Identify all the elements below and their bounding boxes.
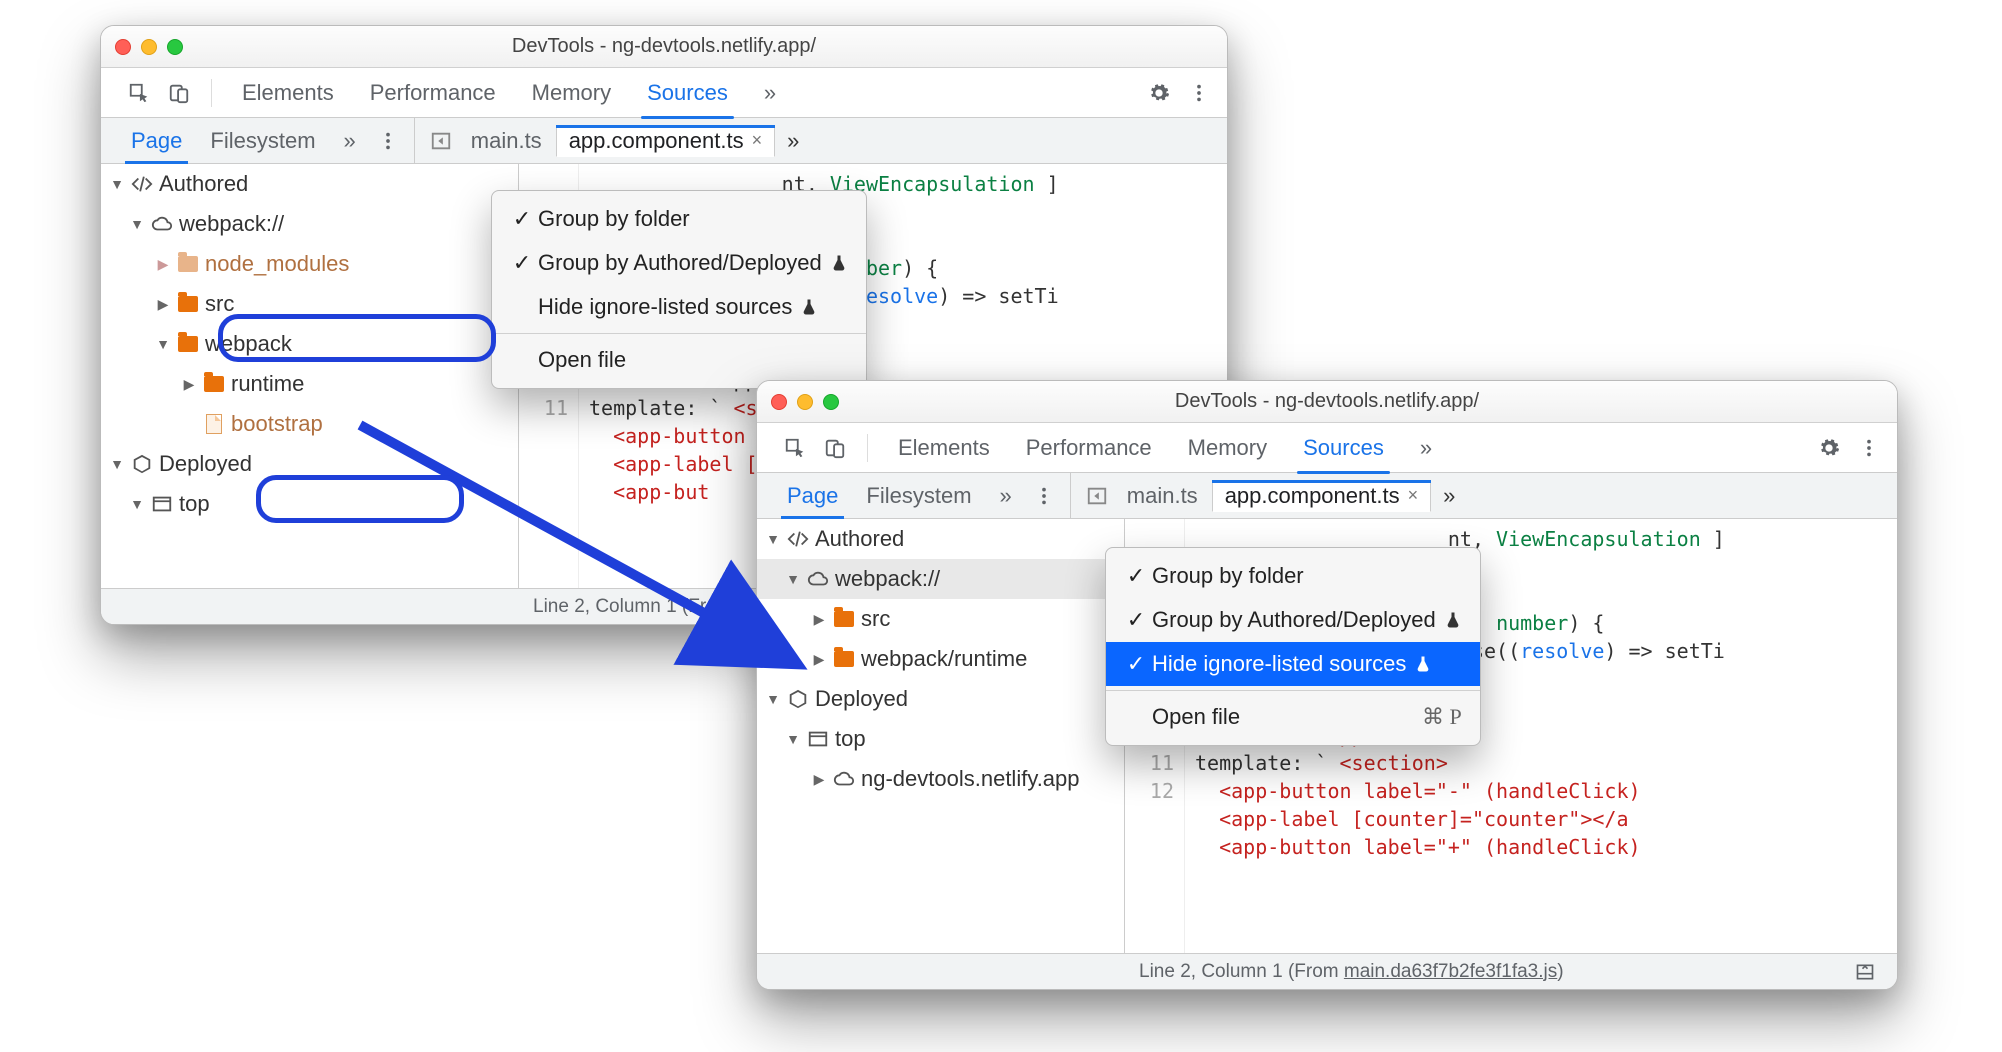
- titlebar[interactable]: DevTools - ng-devtools.netlify.app/: [757, 381, 1897, 423]
- settings-icon[interactable]: [1811, 430, 1847, 466]
- arrow-annotation: [350, 415, 870, 715]
- more-menu-icon[interactable]: [1181, 75, 1217, 111]
- panel-more-icon[interactable]: [370, 123, 406, 159]
- tree-src[interactable]: ▶src: [101, 284, 518, 324]
- close-window-icon[interactable]: [115, 39, 131, 55]
- menu-hide-ignore-listed[interactable]: Hide ignore-listed sources: [492, 285, 866, 329]
- close-tab-icon[interactable]: ×: [752, 130, 763, 151]
- context-menu: ✓Group by folder ✓Group by Authored/Depl…: [1105, 547, 1481, 746]
- tree-webpack[interactable]: ▼webpack://: [101, 204, 518, 244]
- sources-subbar: Page Filesystem » main.ts app.component.…: [101, 118, 1227, 164]
- context-menu: ✓Group by folder ✓Group by Authored/Depl…: [491, 190, 867, 389]
- menu-open-file[interactable]: Open file: [492, 338, 866, 382]
- more-menu-icon[interactable]: [1851, 430, 1887, 466]
- tree-runtime[interactable]: ▶runtime: [101, 364, 518, 404]
- folder-icon: [178, 296, 198, 312]
- panel-tabs-overflow-icon[interactable]: »: [330, 118, 370, 164]
- titlebar[interactable]: DevTools - ng-devtools.netlify.app/: [101, 26, 1227, 68]
- zoom-window-icon[interactable]: [823, 394, 839, 410]
- main-toolbar: Elements Performance Memory Sources »: [757, 423, 1897, 473]
- tab-memory[interactable]: Memory: [516, 68, 627, 118]
- file-tabs-overflow-icon[interactable]: »: [1433, 483, 1465, 509]
- file-tab-label: app.component.ts: [569, 128, 744, 154]
- panel-tab-page[interactable]: Page: [117, 118, 196, 164]
- tree-authored[interactable]: ▼Authored: [101, 164, 518, 204]
- cursor-position: Line 2, Column 1: [1139, 961, 1283, 982]
- flask-icon: [1444, 611, 1462, 629]
- folder-icon: [178, 256, 198, 272]
- close-window-icon[interactable]: [771, 394, 787, 410]
- menu-open-file[interactable]: Open file⌘ P: [1106, 695, 1480, 739]
- cloud-icon: [151, 213, 173, 235]
- file-icon: [206, 414, 222, 434]
- flask-icon: [1414, 655, 1432, 673]
- tab-performance[interactable]: Performance: [1010, 423, 1168, 473]
- flask-icon: [830, 254, 848, 272]
- window-title: DevTools - ng-devtools.netlify.app/: [757, 390, 1897, 413]
- panel-more-icon[interactable]: [1026, 478, 1062, 514]
- cloud-icon: [833, 768, 855, 790]
- file-tab-app[interactable]: app.component.ts ×: [556, 125, 775, 157]
- frame-icon: [807, 728, 829, 750]
- folder-icon: [178, 336, 198, 352]
- tab-performance[interactable]: Performance: [354, 68, 512, 118]
- zoom-window-icon[interactable]: [167, 39, 183, 55]
- tab-memory[interactable]: Memory: [1172, 423, 1283, 473]
- flask-icon: [800, 298, 818, 316]
- file-tab-main[interactable]: main.ts: [1115, 480, 1210, 512]
- tree-webpack-dir[interactable]: ▼webpack: [101, 324, 518, 364]
- menu-group-by-authored[interactable]: ✓Group by Authored/Deployed: [492, 241, 866, 285]
- tabs-overflow-icon[interactable]: »: [748, 68, 792, 118]
- menu-group-by-folder[interactable]: ✓Group by folder: [492, 197, 866, 241]
- nav-back-icon[interactable]: [1079, 478, 1115, 514]
- settings-icon[interactable]: [1141, 75, 1177, 111]
- device-toolbar-icon[interactable]: [161, 75, 197, 111]
- sources-subbar: Page Filesystem » main.ts app.component.…: [757, 473, 1897, 519]
- panel-tab-filesystem[interactable]: Filesystem: [852, 473, 985, 519]
- tabs-overflow-icon[interactable]: »: [1404, 423, 1448, 473]
- tab-elements[interactable]: Elements: [226, 68, 350, 118]
- window-title: DevTools - ng-devtools.netlify.app/: [101, 35, 1227, 58]
- tab-sources[interactable]: Sources: [1287, 423, 1400, 473]
- menu-divider: [1106, 690, 1480, 691]
- menu-divider: [492, 333, 866, 334]
- panel-tabs-overflow-icon[interactable]: »: [986, 473, 1026, 519]
- sourcemap-link[interactable]: main.da63f7b2fe3f1fa3.js: [1344, 961, 1557, 982]
- main-toolbar: Elements Performance Memory Sources »: [101, 68, 1227, 118]
- folder-icon: [204, 376, 224, 392]
- code-icon: [131, 173, 153, 195]
- show-drawer-icon[interactable]: [1847, 954, 1883, 990]
- minimize-window-icon[interactable]: [141, 39, 157, 55]
- tree-ng[interactable]: ▶ng-devtools.netlify.app: [757, 759, 1124, 799]
- menu-hide-ignore-listed[interactable]: ✓Hide ignore-listed sources: [1106, 642, 1480, 686]
- tab-elements[interactable]: Elements: [882, 423, 1006, 473]
- status-bar: Line 2, Column 1 (From main.da63f7b2fe3f…: [757, 953, 1897, 989]
- menu-shortcut: ⌘ P: [1422, 704, 1462, 730]
- close-tab-icon[interactable]: ×: [1408, 485, 1419, 506]
- minimize-window-icon[interactable]: [797, 394, 813, 410]
- file-tabs-overflow-icon[interactable]: »: [777, 128, 809, 154]
- inspect-element-icon[interactable]: [121, 75, 157, 111]
- file-tab-app[interactable]: app.component.ts×: [1212, 480, 1431, 512]
- menu-group-by-folder[interactable]: ✓Group by folder: [1106, 554, 1480, 598]
- tree-node-modules[interactable]: ▶node_modules: [101, 244, 518, 284]
- panel-tab-filesystem[interactable]: Filesystem: [196, 118, 329, 164]
- cube-icon: [131, 453, 153, 475]
- devtools-window-after: DevTools - ng-devtools.netlify.app/ Elem…: [756, 380, 1898, 990]
- nav-back-icon[interactable]: [423, 123, 459, 159]
- file-tab-main[interactable]: main.ts: [459, 125, 554, 157]
- tab-sources[interactable]: Sources: [631, 68, 744, 118]
- frame-icon: [151, 493, 173, 515]
- menu-group-by-authored[interactable]: ✓Group by Authored/Deployed: [1106, 598, 1480, 642]
- tree-top[interactable]: ▼top: [757, 719, 1124, 759]
